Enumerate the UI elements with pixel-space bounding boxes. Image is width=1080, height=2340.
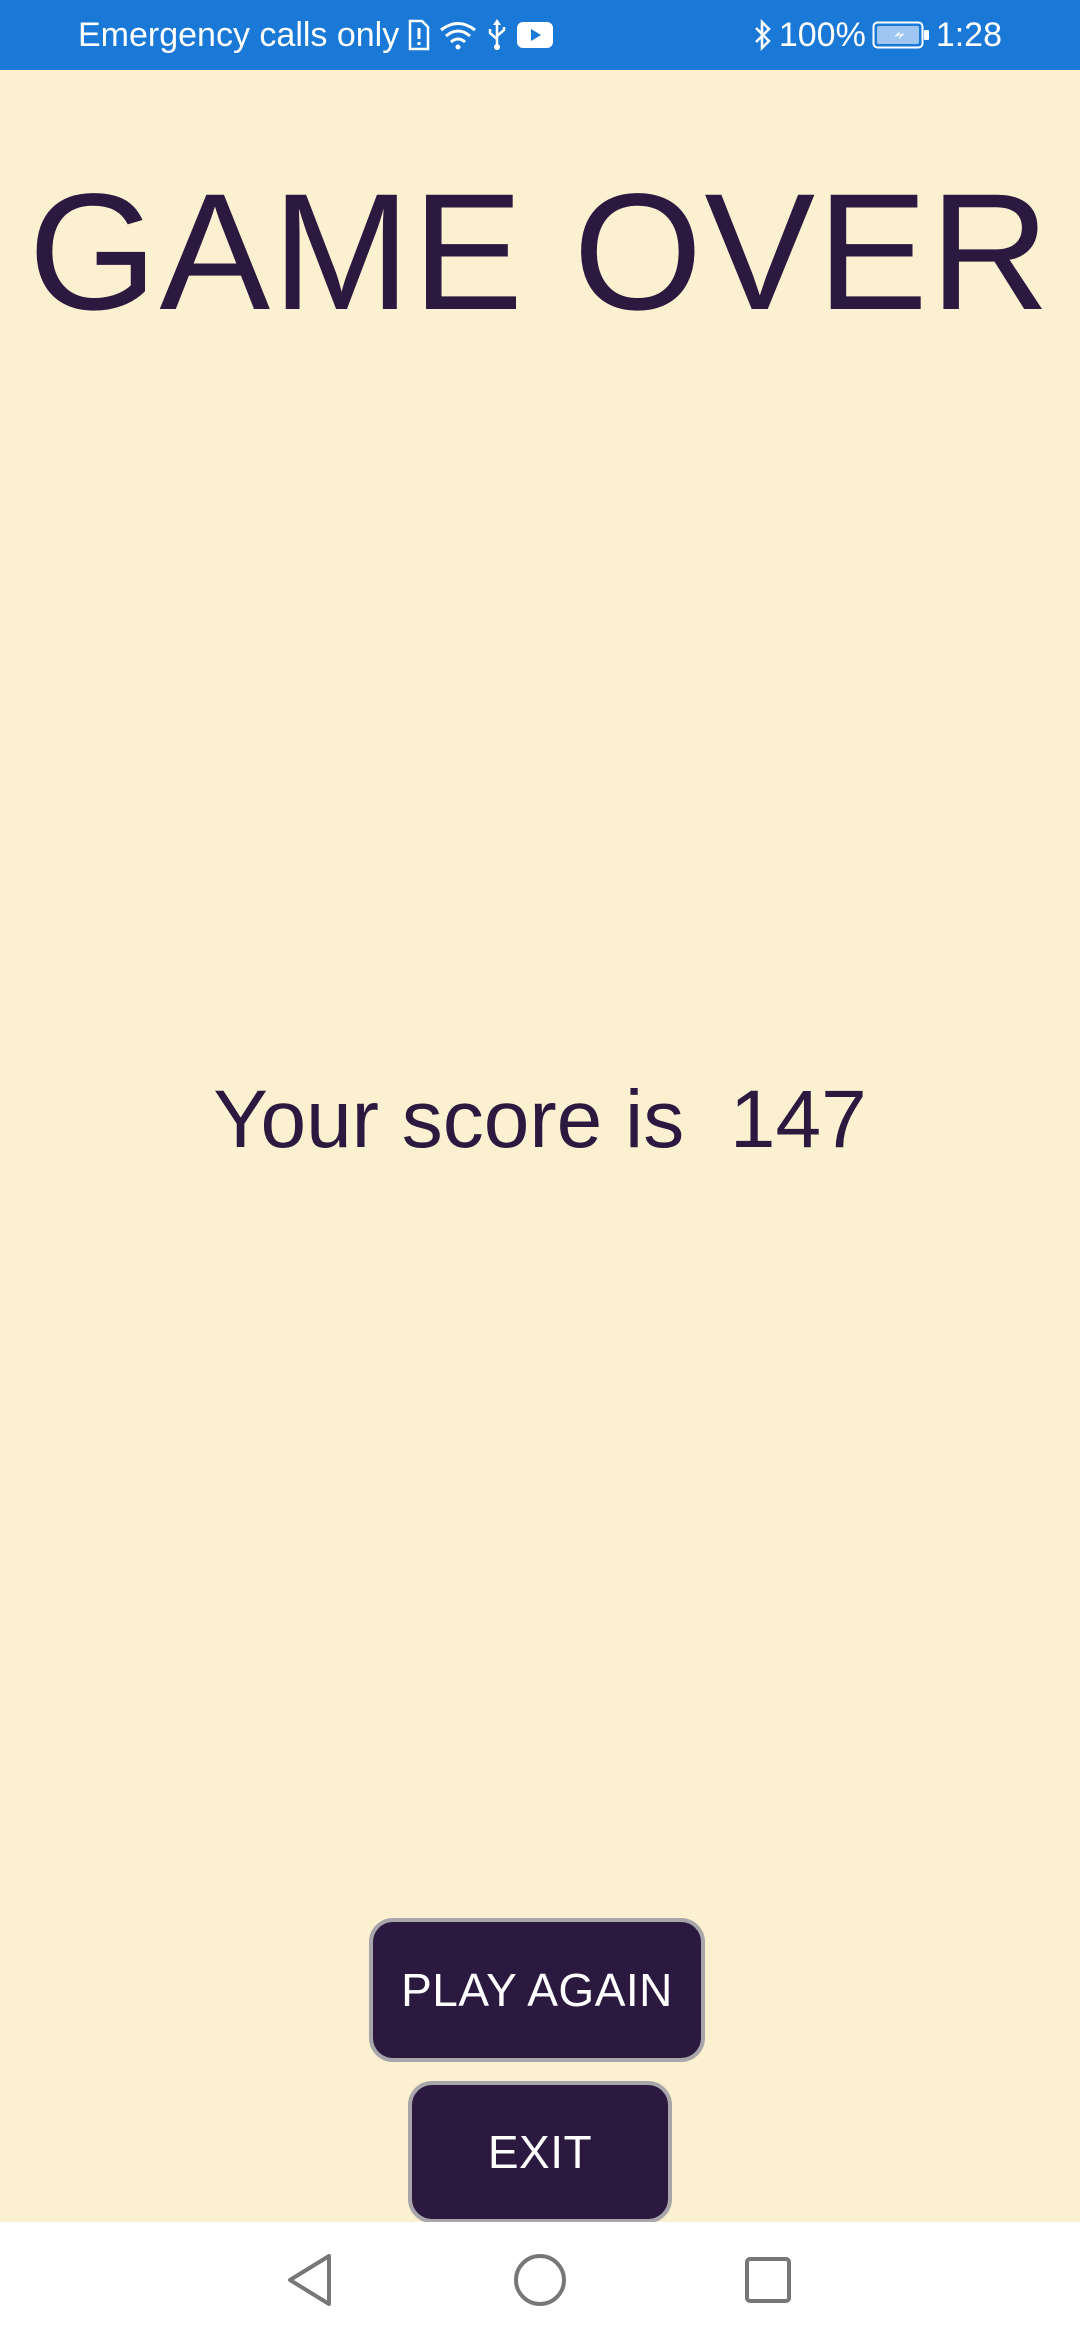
recent-apps-button[interactable] [728, 2242, 808, 2322]
clock: 1:28 [935, 15, 1002, 54]
carrier-text: Emergency calls only [78, 15, 400, 54]
back-button[interactable] [270, 2242, 350, 2322]
exit-button[interactable]: EXIT [408, 2081, 672, 2223]
battery-percentage: 100% [778, 15, 866, 54]
wifi-icon [439, 20, 477, 50]
navigation-bar [0, 2222, 1080, 2340]
sim-alert-icon [407, 19, 431, 51]
page-title: GAME OVER [28, 160, 1052, 345]
battery-charging-icon [872, 21, 930, 49]
play-again-button[interactable]: PLAY AGAIN [369, 1918, 705, 2062]
status-right: 100% 1:28 [753, 16, 1002, 55]
score-label: Your score is [213, 1074, 708, 1165]
usb-icon [485, 19, 509, 51]
status-left: Emergency calls only [78, 15, 554, 55]
game-over-screen: GAME OVER Your score is 147 PLAY AGAIN E… [0, 70, 1080, 2223]
home-button[interactable] [500, 2242, 580, 2322]
status-bar: Emergency calls only 100% 1:28 [0, 0, 1080, 70]
youtube-icon [517, 22, 554, 48]
recent-apps-icon [743, 2255, 793, 2310]
back-icon [283, 2251, 337, 2314]
home-icon [512, 2252, 568, 2313]
bluetooth-icon [753, 19, 773, 51]
score-line: Your score is 147 [0, 1070, 1080, 1170]
score-value: 147 [729, 1074, 867, 1165]
